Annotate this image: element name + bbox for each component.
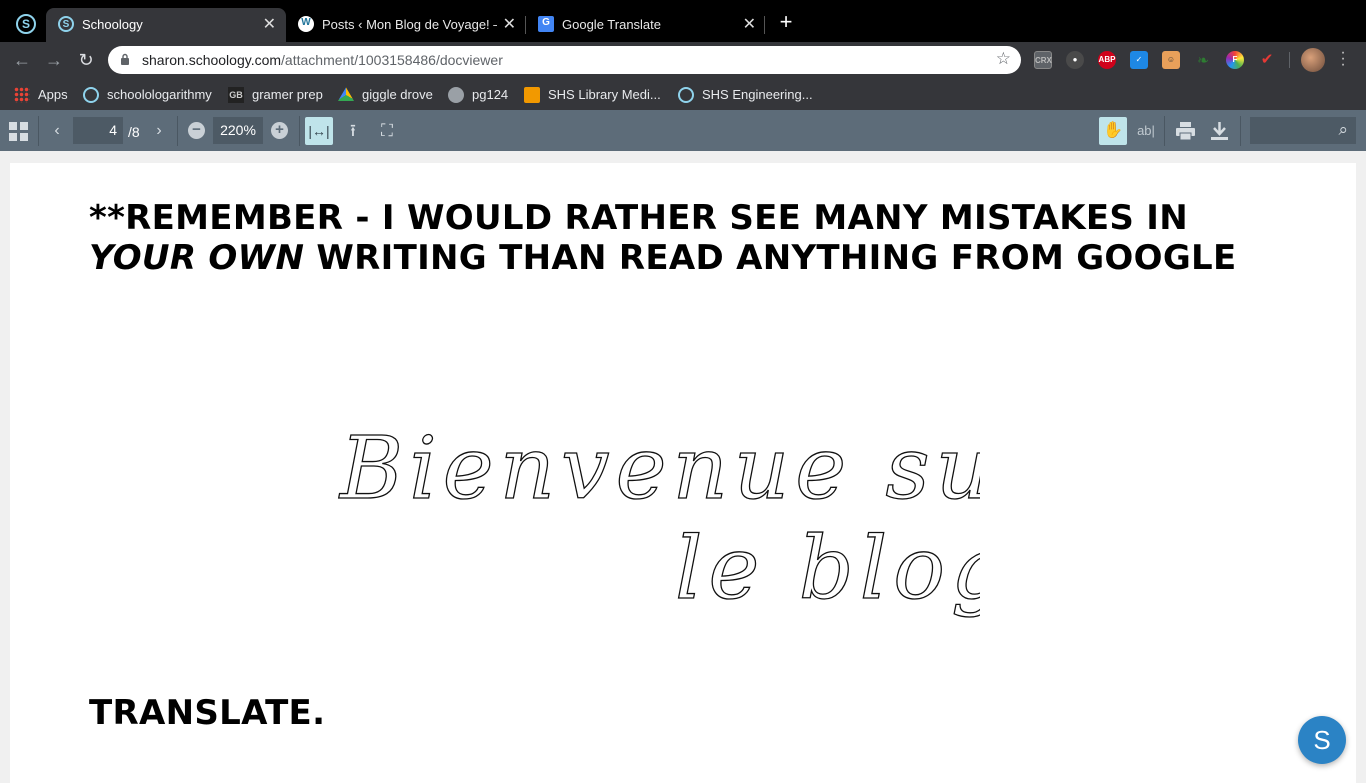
toolbar-divider bbox=[38, 116, 39, 146]
tab-divider bbox=[764, 16, 765, 34]
tab-label: Schoology bbox=[82, 17, 143, 32]
script-line1: Bienvenue sur bbox=[338, 419, 980, 519]
schoology-icon bbox=[83, 86, 99, 103]
document-search-input[interactable]: ⌕ bbox=[1250, 117, 1356, 144]
schoology-pinned-tab-icon[interactable]: S bbox=[16, 14, 36, 34]
tab-label: Google Translate bbox=[562, 17, 662, 32]
checkmark-extension-icon[interactable]: ✓ bbox=[1130, 51, 1148, 69]
reload-icon[interactable]: ↻ bbox=[76, 50, 96, 70]
fit-width-icon[interactable]: |↔| bbox=[305, 117, 333, 145]
heading-line2: WRITING THAN READ ANYTHING FROM GOOGLE bbox=[304, 238, 1237, 278]
address-bar[interactable]: sharon.schoology.com/attachment/10031584… bbox=[108, 46, 1021, 74]
bookmarks-bar: Apps schoolologarithmy GB gramer prep gig… bbox=[0, 78, 1366, 110]
translate-text: TRANSLATE. bbox=[89, 693, 326, 733]
bookmark-apps[interactable]: Apps bbox=[14, 86, 68, 104]
library-icon bbox=[524, 86, 540, 103]
bookmark-label: pg124 bbox=[472, 87, 509, 103]
print-icon[interactable] bbox=[1176, 122, 1195, 140]
tab-label: Posts ‹ Mon Blog de Voyage! — bbox=[322, 17, 497, 32]
bookmark-gramer-prep[interactable]: GB gramer prep bbox=[228, 86, 323, 104]
lock-icon bbox=[121, 53, 129, 65]
globe-icon bbox=[448, 86, 464, 103]
bookmark-schoolologarithmy[interactable]: schoolologarithmy bbox=[83, 86, 212, 104]
red-check-extension-icon[interactable]: ✔ bbox=[1258, 51, 1276, 69]
zoom-in-icon[interactable]: + bbox=[271, 122, 288, 139]
back-arrow-icon[interactable]: ← bbox=[12, 50, 32, 70]
toolbar-divider bbox=[1240, 116, 1241, 146]
close-tab-icon[interactable]: ✕ bbox=[503, 14, 516, 34]
heading-italic: YOUR OWN bbox=[89, 238, 305, 278]
browser-menu-icon[interactable]: · · · bbox=[1338, 45, 1348, 73]
bookmark-label: SHS Library Medi... bbox=[548, 87, 661, 103]
schoology-icon: S bbox=[58, 16, 74, 32]
download-icon[interactable] bbox=[1211, 122, 1228, 140]
toolbar-divider bbox=[1289, 52, 1290, 68]
heading-line1: **REMEMBER - I WOULD RATHER SEE MANY MIS… bbox=[89, 198, 1189, 238]
zoom-out-icon[interactable]: − bbox=[188, 122, 205, 139]
url-path: /attachment/1003158486/docviewer bbox=[281, 52, 503, 68]
toolbar-divider bbox=[299, 116, 300, 146]
toolbar-divider bbox=[1164, 116, 1165, 146]
owl-extension-icon[interactable]: ● bbox=[1066, 51, 1084, 69]
text-select-icon[interactable]: ab| bbox=[1133, 118, 1159, 144]
bookmark-star-icon[interactable]: ☆ bbox=[996, 49, 1011, 69]
page-total: /8 bbox=[128, 124, 140, 140]
thumbnails-grid-icon[interactable] bbox=[9, 122, 28, 141]
next-page-chevron-icon[interactable]: › bbox=[146, 118, 172, 144]
bookmark-shs-engineering[interactable]: SHS Engineering... bbox=[678, 86, 813, 104]
new-tab-button[interactable]: + bbox=[776, 11, 796, 33]
leaf-extension-icon[interactable]: ❧ bbox=[1194, 51, 1212, 69]
script-line2: le blog bbox=[675, 519, 980, 619]
browser-toolbar: ← → ↻ sharon.schoology.com/attachment/10… bbox=[0, 42, 1366, 78]
pan-hand-icon[interactable]: ✋ bbox=[1099, 117, 1127, 145]
url-text: sharon.schoology.com/attachment/10031584… bbox=[142, 52, 503, 68]
url-host: sharon.schoology.com bbox=[142, 52, 282, 68]
close-tab-icon[interactable]: ✕ bbox=[263, 14, 276, 34]
schoology-help-button[interactable]: S bbox=[1298, 716, 1346, 764]
bookmark-label: Apps bbox=[38, 87, 68, 103]
gb-icon: GB bbox=[228, 86, 244, 103]
bookmark-shs-library[interactable]: SHS Library Medi... bbox=[524, 86, 661, 104]
close-tab-icon[interactable]: ✕ bbox=[743, 14, 756, 34]
schoology-icon bbox=[678, 86, 694, 103]
fit-height-icon[interactable]: ⭱ bbox=[340, 118, 366, 144]
profile-avatar[interactable] bbox=[1301, 48, 1325, 72]
apps-grid-icon bbox=[14, 86, 30, 103]
prev-page-chevron-icon[interactable]: ‹ bbox=[44, 118, 70, 144]
bookmark-label: schoolologarithmy bbox=[107, 87, 212, 103]
bookmark-label: SHS Engineering... bbox=[702, 87, 813, 103]
bookmark-label: giggle drove bbox=[362, 87, 433, 103]
search-icon[interactable]: ⌕ bbox=[1338, 120, 1348, 140]
tab-wordpress-posts[interactable]: W Posts ‹ Mon Blog de Voyage! — ✕ bbox=[286, 8, 526, 42]
bookmark-pg124[interactable]: pg124 bbox=[448, 86, 508, 104]
tab-schoology[interactable]: S Schoology ✕ bbox=[46, 8, 286, 42]
page-number-input[interactable]: 4 bbox=[73, 117, 123, 144]
google-translate-icon: G bbox=[538, 16, 554, 32]
document-page: **REMEMBER - I WOULD RATHER SEE MANY MIS… bbox=[10, 163, 1356, 783]
doc-viewer-toolbar: ‹ 4 /8 › − 220% + |↔| ⭱ ⛶ ✋ ab| ⌕ bbox=[0, 110, 1366, 151]
welcome-script-image: Bienvenue sur le blog bbox=[337, 418, 980, 619]
crx-extension-icon[interactable]: CRX bbox=[1034, 51, 1052, 69]
toolbar-divider bbox=[177, 116, 178, 146]
page-heading: **REMEMBER - I WOULD RATHER SEE MANY MIS… bbox=[89, 198, 1237, 278]
forward-arrow-icon[interactable]: → bbox=[44, 50, 64, 70]
color-picker-extension-icon[interactable]: F bbox=[1226, 51, 1244, 69]
wordpress-icon: W bbox=[298, 16, 314, 32]
fullscreen-icon[interactable]: ⛶ bbox=[374, 118, 400, 144]
adblock-plus-icon[interactable]: ABP bbox=[1098, 51, 1116, 69]
document-scroll-area[interactable]: **REMEMBER - I WOULD RATHER SEE MANY MIS… bbox=[0, 151, 1366, 783]
tab-google-translate[interactable]: G Google Translate ✕ bbox=[526, 8, 766, 42]
zoom-level-input[interactable]: 220% bbox=[213, 117, 263, 144]
face-extension-icon[interactable]: ☺ bbox=[1162, 51, 1180, 69]
bookmark-label: gramer prep bbox=[252, 87, 323, 103]
browser-tab-strip: S S Schoology ✕ W Posts ‹ Mon Blog de Vo… bbox=[0, 0, 1366, 42]
bookmark-giggle-drove[interactable]: giggle drove bbox=[338, 86, 433, 104]
google-drive-icon bbox=[338, 87, 354, 101]
